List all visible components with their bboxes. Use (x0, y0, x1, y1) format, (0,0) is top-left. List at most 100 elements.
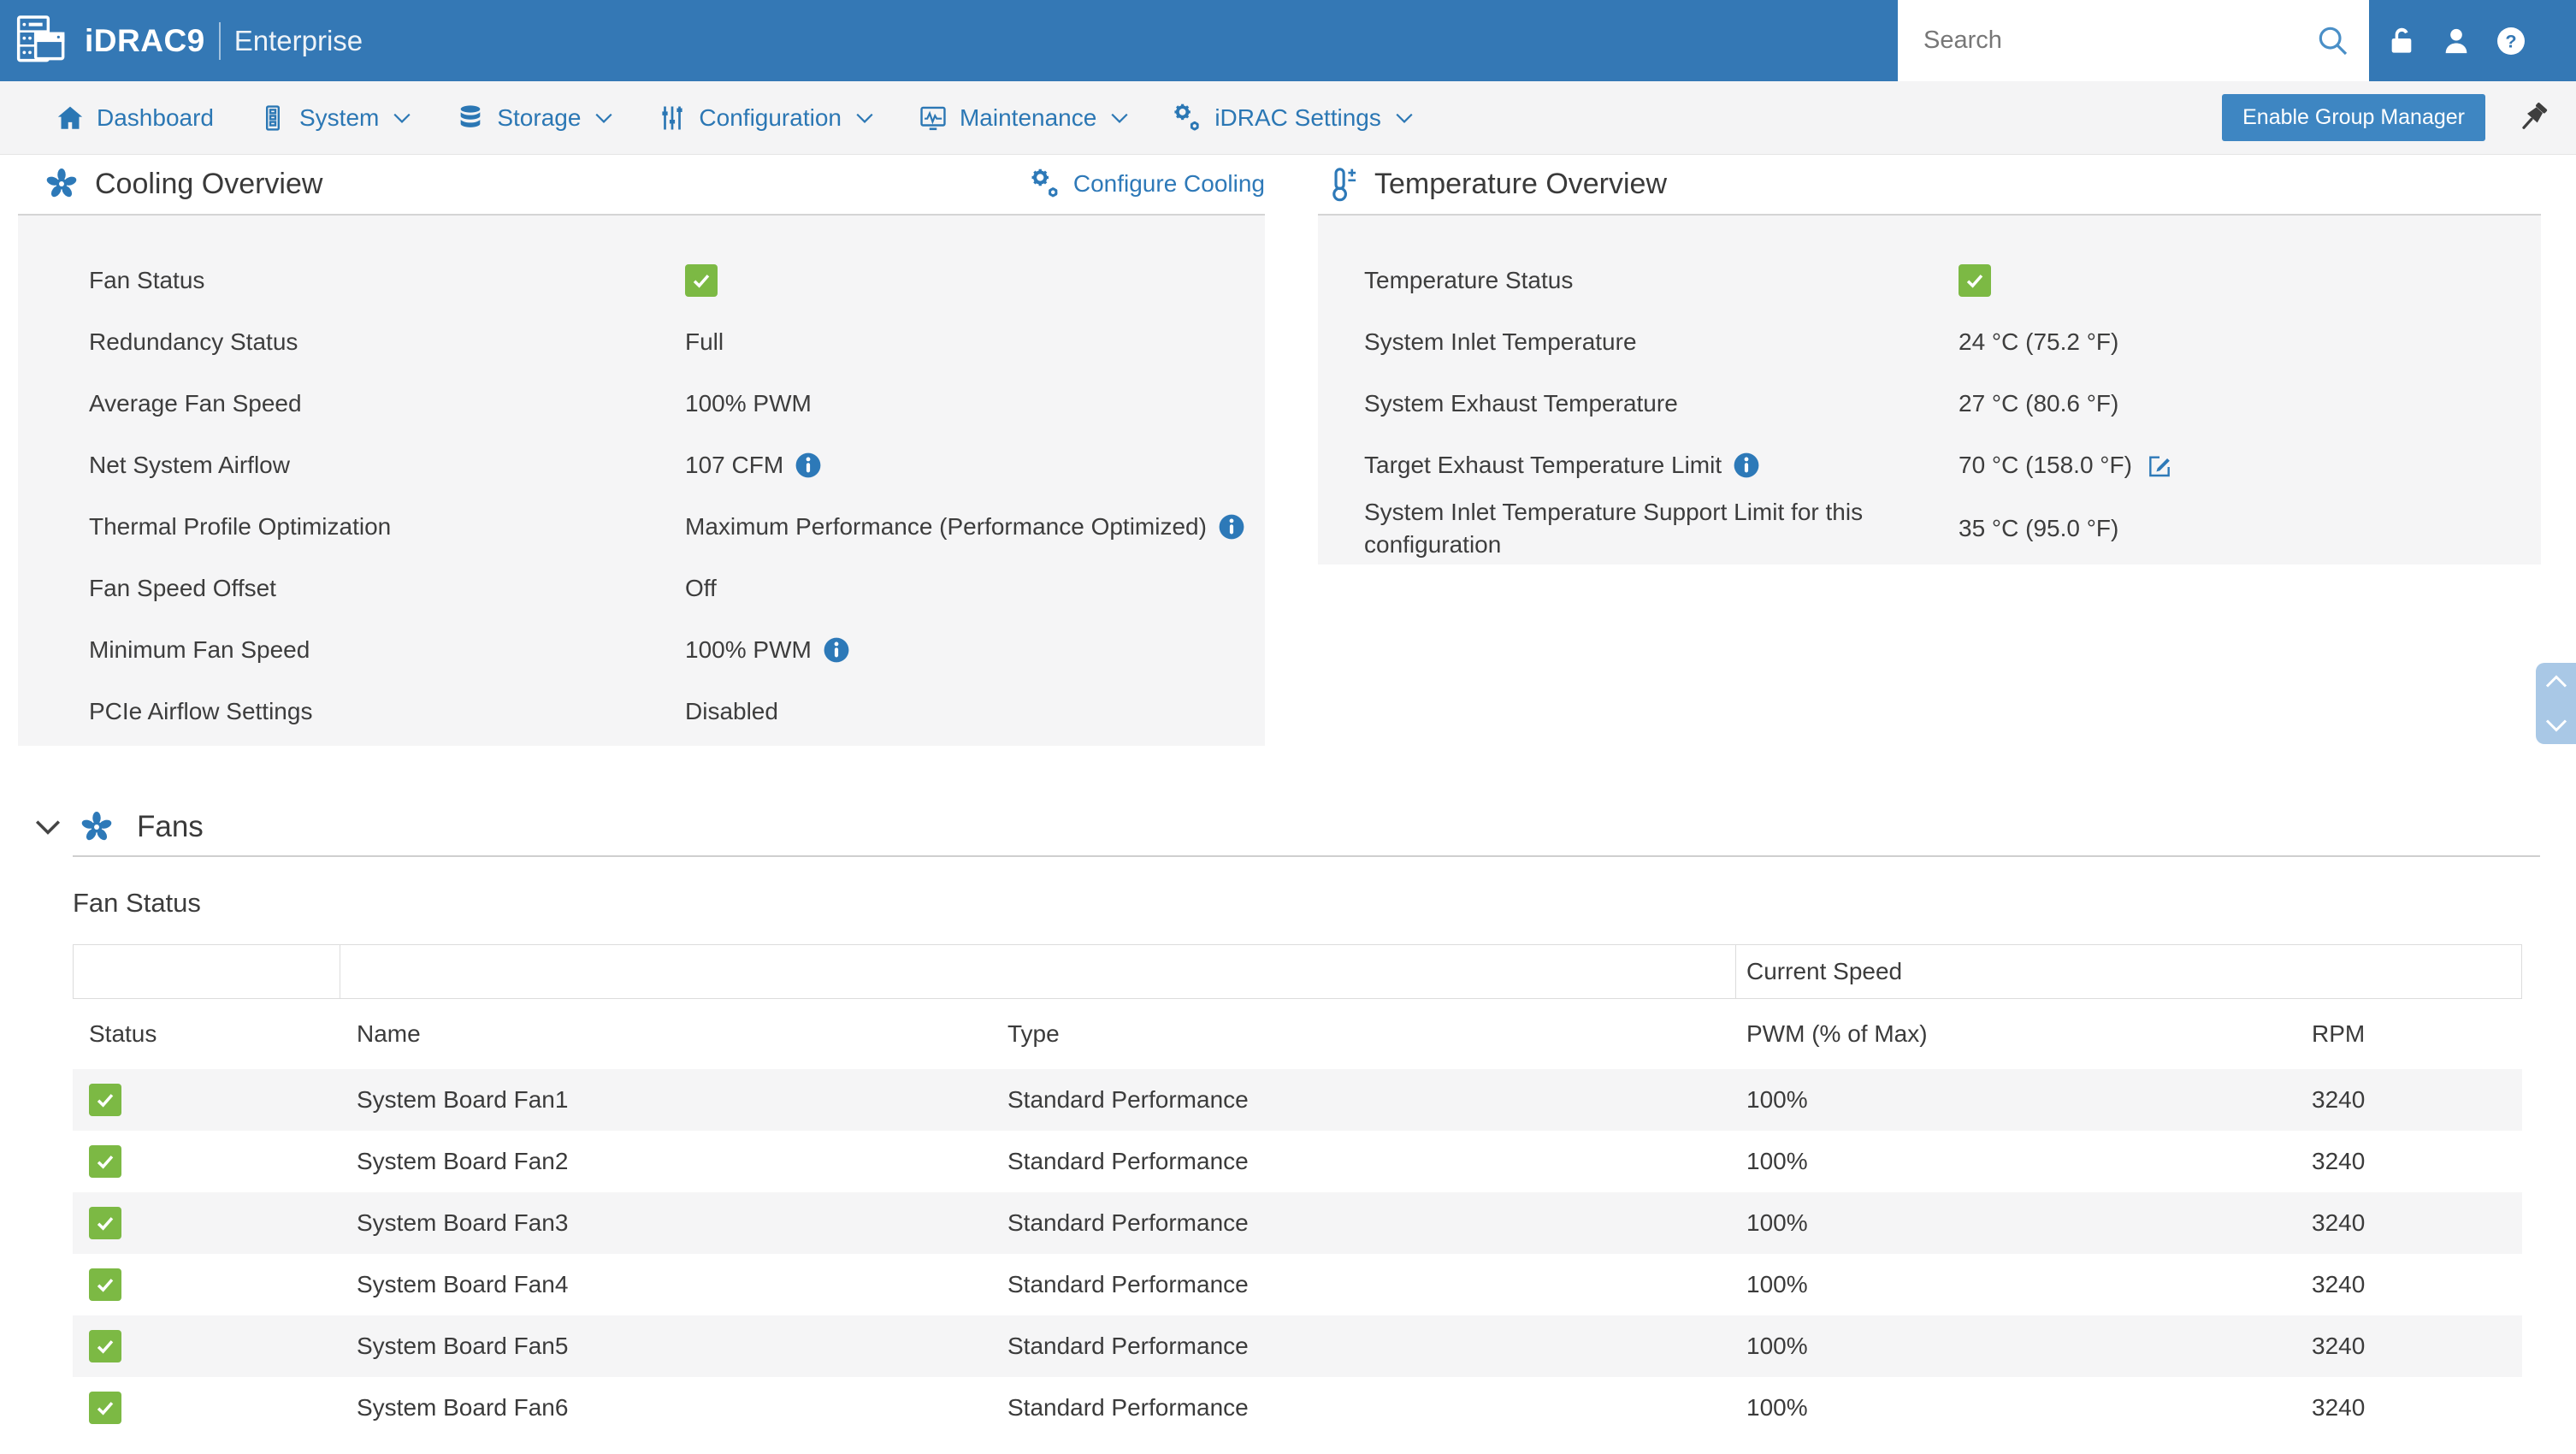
cell-type: Standard Performance (1007, 1209, 1249, 1236)
nav-item-dashboard[interactable]: Dashboard (56, 103, 214, 133)
cell-pwm: 100% (1746, 1333, 1808, 1359)
settings-gears-icon (1173, 103, 1202, 133)
brand-name: iDRAC9 (85, 22, 205, 58)
chevron-down-icon[interactable] (2544, 718, 2568, 733)
configure-cooling-label: Configure Cooling (1072, 170, 1265, 197)
nav-item-label: Dashboard (97, 103, 214, 131)
row-label: Target Exhaust Temperature Limit (1318, 449, 1959, 482)
row-value (1959, 264, 1991, 297)
nav-item-maintenance[interactable]: Maintenance (919, 103, 1129, 133)
kv-row: Average Fan Speed 100% PWM (18, 373, 1265, 434)
row-label: Average Fan Speed (89, 390, 302, 417)
chevron-down-icon (855, 112, 874, 124)
cell-type: Standard Performance (1007, 1333, 1249, 1359)
enable-group-manager-button[interactable]: Enable Group Manager (2222, 94, 2485, 141)
fans-section-title: Fans (137, 810, 204, 843)
row-value (685, 264, 718, 297)
maintenance-icon (919, 103, 948, 133)
search-icon[interactable] (2316, 24, 2350, 58)
info-icon[interactable] (1734, 452, 1759, 478)
pin-icon[interactable] (2513, 98, 2552, 138)
row-value: Full (685, 328, 724, 355)
idrac-logo-icon (13, 14, 68, 68)
row-value: 107 CFM (685, 452, 821, 479)
cell-name: System Board Fan1 (357, 1086, 569, 1113)
edit-icon[interactable] (2146, 452, 2173, 479)
search-input[interactable] (1898, 26, 2316, 56)
kv-row: Target Exhaust Temperature Limit 70 °C (… (1318, 434, 2541, 496)
nav-item-configuration[interactable]: Configuration (658, 103, 874, 133)
row-label: PCIe Airflow Settings (89, 698, 313, 725)
chevron-down-icon[interactable] (34, 818, 62, 836)
kv-row: System Inlet Temperature 24 °C (75.2 °F) (1318, 311, 2541, 373)
cell-status (73, 1207, 340, 1239)
cell-status (73, 1330, 340, 1362)
column-header-status: Status (89, 1020, 157, 1047)
row-value: 24 °C (75.2 °F) (1959, 328, 2119, 355)
nav-bar: Dashboard System Storage Configuration M… (0, 81, 2576, 155)
group-cell-empty (340, 944, 1736, 999)
gears-icon (1031, 168, 1061, 199)
configure-cooling-link[interactable]: Configure Cooling (1031, 154, 1265, 214)
brand-separator (218, 21, 221, 60)
row-value: Disabled (685, 698, 778, 724)
kv-row: System Exhaust Temperature 27 °C (80.6 °F… (1318, 373, 2541, 434)
row-label: Fan Speed Offset (89, 575, 276, 602)
row-value: 70 °C (158.0 °F) (1959, 452, 2173, 479)
row-label: Redundancy Status (89, 328, 298, 356)
status-ok-icon (89, 1268, 121, 1301)
nav-item-label: Maintenance (959, 103, 1097, 131)
brand-edition: Enterprise (233, 24, 363, 56)
info-icon[interactable] (795, 452, 821, 478)
nav-item-storage[interactable]: Storage (456, 103, 613, 133)
nav-item-label: System (298, 103, 380, 131)
table-group-header-row: Current Speed (73, 944, 2522, 999)
row-value: 35 °C (95.0 °F) (1959, 514, 2119, 541)
row-label: Minimum Fan Speed (89, 636, 310, 664)
nav-item-idrac-settings[interactable]: iDRAC Settings (1173, 103, 1414, 133)
cell-rpm: 3240 (2312, 1086, 2366, 1113)
user-icon[interactable] (2439, 24, 2473, 58)
temperature-rows: Temperature Status System Inlet Temperatu… (1318, 216, 2541, 564)
cell-name: System Board Fan6 (357, 1394, 569, 1421)
idrac-page: iDRAC9 Enterprise Search ? Dashboard Sys… (0, 0, 2576, 1454)
nav-item-label: iDRAC Settings (1214, 103, 1381, 131)
row-label: System Inlet Temperature (1364, 328, 1637, 356)
row-label: System Exhaust Temperature (1364, 390, 1678, 417)
chevron-up-icon[interactable] (2544, 674, 2568, 689)
fans-section-header: Fans (34, 800, 204, 854)
status-ok-icon (89, 1207, 121, 1239)
nav-item-label: Configuration (699, 103, 842, 131)
storage-icon (456, 103, 485, 133)
table-row: System Board Fan5 Standard Performance 100… (73, 1315, 2522, 1377)
status-ok-icon (89, 1392, 121, 1424)
cell-name: System Board Fan2 (357, 1148, 569, 1174)
table-row: System Board Fan4 Standard Performance 100… (73, 1254, 2522, 1315)
cell-status (73, 1145, 340, 1178)
scroll-widget (2536, 663, 2576, 744)
column-header-type: Type (1007, 1020, 1060, 1047)
fan-status-table-title: Fan Status (73, 888, 201, 918)
fans-divider (73, 855, 2540, 857)
status-ok-icon (89, 1145, 121, 1178)
info-icon[interactable] (1219, 514, 1244, 540)
cell-pwm: 100% (1746, 1086, 1808, 1113)
kv-row: Net System Airflow 107 CFM (18, 434, 1265, 496)
row-value: 100% PWM (685, 636, 849, 664)
status-ok-icon (685, 264, 718, 297)
table-column-header-row: Status Name Type PWM (% of Max) RPM (73, 999, 2522, 1069)
cell-rpm: 3240 (2312, 1271, 2366, 1297)
cell-rpm: 3240 (2312, 1333, 2366, 1359)
svg-text:?: ? (2505, 30, 2516, 51)
cell-pwm: 100% (1746, 1394, 1808, 1421)
info-icon[interactable] (824, 637, 849, 663)
thermometer-icon (1323, 166, 1359, 202)
help-icon[interactable]: ? (2494, 24, 2528, 58)
row-label: Net System Airflow (89, 452, 290, 479)
nav-item-system[interactable]: System (258, 103, 411, 133)
row-value: 100% PWM (685, 390, 812, 417)
kv-row: Minimum Fan Speed 100% PWM (18, 619, 1265, 681)
unlock-icon[interactable] (2384, 24, 2419, 58)
chevron-down-icon (393, 112, 411, 124)
row-label: Thermal Profile Optimization (89, 513, 392, 541)
